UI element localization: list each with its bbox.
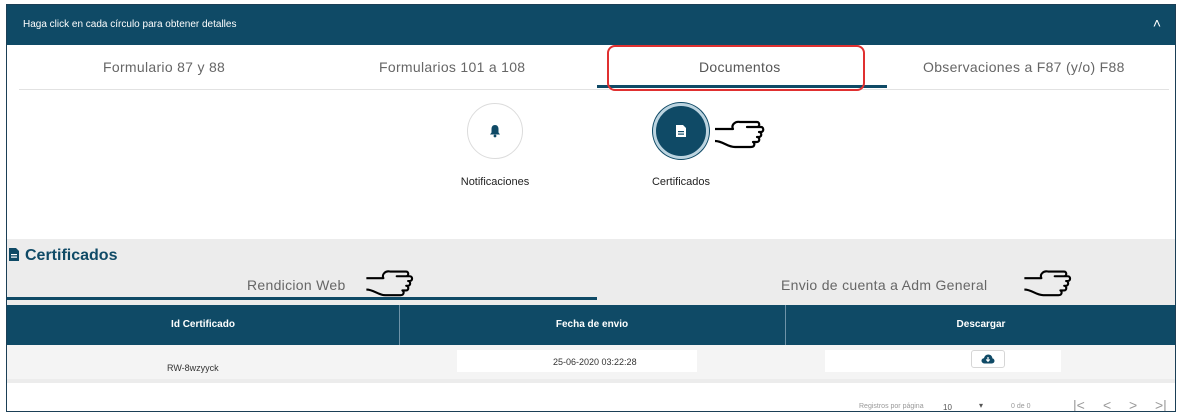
table-header: Id Certificado Fecha de envio Descargar (7, 305, 1175, 345)
chevron-up-icon[interactable]: ˄ (1153, 15, 1161, 31)
pagination-bar (7, 383, 1175, 411)
tab-formularios-101-108[interactable]: Formularios 101 a 108 (379, 59, 525, 75)
first-page-icon[interactable]: |< (1073, 397, 1085, 411)
pointing-hand-icon (366, 270, 414, 297)
download-button[interactable] (971, 350, 1005, 368)
column-header-id[interactable]: Id Certificado (7, 319, 399, 330)
document-icon (676, 125, 686, 137)
cell-fecha-envio: 25-06-2020 03:22:28 (553, 357, 637, 367)
prev-page-icon[interactable]: < (1103, 397, 1111, 411)
descargar-cell-box (825, 350, 1061, 372)
pointing-hand-icon (1024, 270, 1072, 297)
tab-rendicion-web[interactable]: Rendicion Web (247, 277, 346, 293)
bell-icon (490, 125, 500, 138)
document-icon (9, 248, 19, 261)
panel-header[interactable]: Haga click en cada círculo para obtener … (7, 5, 1175, 45)
cell-id-certificado: RW-8wzyyck (167, 363, 219, 373)
highlight-box (607, 45, 865, 91)
certificados-label: Certificados (651, 176, 711, 188)
certificados-title: Certificados (25, 247, 118, 264)
main-tabs: Formulario 87 y 88 Formularios 101 a 108… (19, 45, 1169, 90)
header-hint: Haga click en cada círculo para obtener … (23, 19, 237, 30)
next-page-icon[interactable]: > (1129, 397, 1137, 411)
cloud-download-icon (981, 354, 995, 364)
pointing-hand-icon (714, 120, 765, 149)
notificaciones-button[interactable] (467, 103, 523, 159)
chevron-down-icon[interactable]: ▾ (979, 401, 983, 410)
column-header-fecha[interactable]: Fecha de envio (399, 319, 785, 330)
tab-envio-cuenta[interactable]: Envio de cuenta a Adm General (781, 277, 987, 293)
per-page-label: Registros por página (859, 403, 924, 410)
documents-panel: Haga click en cada círculo para obtener … (6, 4, 1176, 412)
last-page-icon[interactable]: >| (1155, 397, 1167, 411)
per-page-select[interactable]: 10 (943, 403, 952, 411)
tab-observaciones[interactable]: Observaciones a F87 (y/o) F88 (923, 59, 1125, 75)
certificados-button[interactable] (653, 103, 709, 159)
page-range: 0 de 0 (1011, 403, 1031, 410)
notificaciones-label: Notificaciones (460, 176, 530, 188)
column-header-descargar[interactable]: Descargar (785, 319, 1175, 330)
tab-formulario-87-88[interactable]: Formulario 87 y 88 (103, 59, 225, 75)
active-subtab-indicator (7, 297, 597, 300)
